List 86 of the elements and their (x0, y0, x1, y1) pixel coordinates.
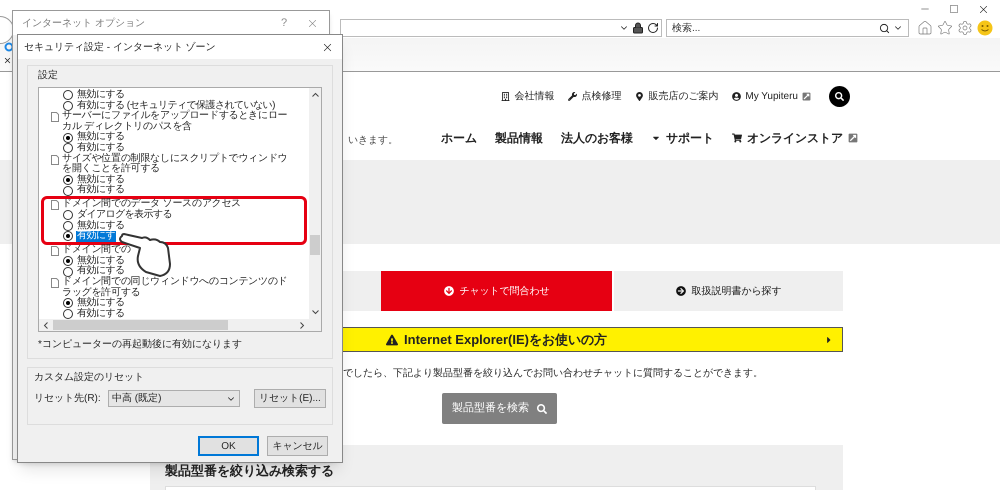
lock-icon (632, 22, 644, 34)
search-icon[interactable] (879, 22, 890, 34)
setting-group-label: ドメイン間での (62, 244, 131, 255)
dialog-title: セキュリティ設定 - インターネット ゾーン (24, 40, 217, 54)
document-icon (51, 278, 59, 288)
wrench-icon (568, 92, 578, 101)
option-label[interactable]: 有効にする (76, 266, 126, 277)
dialog-button[interactable]: OK (198, 436, 259, 456)
document-icon (51, 246, 59, 256)
refresh-icon[interactable] (647, 22, 659, 34)
group-label: 設定 (38, 68, 59, 83)
search-button[interactable] (829, 86, 850, 107)
description-text: でしたら、下記より製品型番を絞り込んでお問い合わせチャットに質問することができます。 (343, 366, 764, 381)
nav-link[interactable]: サポート (651, 128, 714, 146)
search-field[interactable]: 検索... (666, 19, 909, 37)
reset-level-select[interactable]: 中高 (既定) (108, 390, 240, 407)
dialog-title: インターネット オプション (22, 16, 146, 30)
browser-logo-icon (4, 42, 14, 52)
vertical-scrollbar[interactable] (309, 88, 321, 319)
cart-icon (732, 132, 742, 142)
utility-link[interactable]: 点検修理 (568, 89, 622, 104)
radio-button[interactable] (63, 210, 73, 220)
radio-button[interactable] (63, 308, 73, 319)
horizontal-scrollbar[interactable] (39, 319, 321, 331)
setting-group-label: サイズや位置の制限なしにスクリプトでウィンドウを開くことを許可する (62, 154, 288, 174)
tagline: いきます。 (348, 134, 398, 148)
scroll-down-icon[interactable] (312, 310, 318, 315)
nav-link[interactable]: 法人のお客様 (561, 128, 633, 146)
radio-button[interactable] (63, 100, 73, 111)
section-heading: 製品型番を絞り込み検索する (165, 462, 335, 480)
option-label[interactable]: ダイアログを表示する (76, 210, 173, 221)
setting-group-label: ドメイン間でのデータ ソースのアクセス (62, 198, 241, 209)
address-field[interactable] (340, 19, 662, 37)
setting-group-label: ドメイン間での同じウィンドウへのコンテンツのドラッグを許可する (62, 276, 288, 298)
document-icon (51, 154, 59, 165)
scroll-left-icon[interactable] (43, 322, 48, 328)
radio-button[interactable] (63, 175, 73, 186)
star-icon[interactable] (937, 20, 953, 36)
product-search-button[interactable]: 製品型番を検索 (442, 393, 557, 424)
user-icon (732, 92, 742, 101)
radio-button[interactable] (63, 132, 73, 143)
reset-button[interactable]: リセット(E)... (254, 389, 326, 408)
radio-button[interactable] (63, 220, 73, 231)
document-icon (51, 112, 59, 122)
building-icon (501, 92, 510, 101)
radio-button[interactable] (63, 256, 73, 266)
search-icon (537, 404, 547, 414)
close-icon[interactable] (3, 56, 12, 65)
option-label[interactable]: 有効にする (76, 185, 126, 196)
radio-button[interactable] (63, 143, 73, 154)
setting-group-label: サーバーにファイルをアップロードするときにローカル ディレクトリのパスを含 (62, 111, 288, 132)
radio-button[interactable] (63, 186, 73, 196)
search-placeholder: 検索... (672, 22, 702, 36)
option-label[interactable]: 無効にする (76, 220, 126, 232)
utility-link[interactable]: My Yupiteru (732, 89, 811, 104)
smiley-icon[interactable] (977, 20, 993, 36)
option-label[interactable]: 無効にする (76, 298, 126, 309)
nav-link[interactable]: ホーム (441, 128, 477, 146)
help-button[interactable]: ? (274, 14, 294, 32)
utility-link[interactable]: 販売店のご案内 (635, 89, 718, 104)
nav-link[interactable]: 製品情報 (495, 128, 543, 146)
radio-button[interactable] (63, 298, 73, 308)
dialog-button[interactable]: キャンセル (267, 436, 328, 456)
radio-button[interactable] (63, 90, 73, 100)
scroll-right-icon[interactable] (300, 322, 305, 328)
scrollbar-thumb[interactable] (310, 235, 320, 255)
map-pin-icon (635, 92, 644, 101)
radio-button[interactable] (63, 266, 73, 277)
option-label[interactable]: 無効にする (76, 132, 126, 143)
nav-link[interactable]: オンラインストア (732, 128, 858, 146)
search-icon (835, 92, 844, 101)
group-label: カスタム設定のリセット (34, 370, 145, 385)
home-icon[interactable] (917, 20, 933, 36)
reset-label: リセット先(R): (34, 392, 102, 406)
document-icon (51, 200, 59, 210)
option-label[interactable]: 有効にする (76, 308, 126, 319)
contact-tab[interactable]: チャットで問合わせ (381, 271, 612, 311)
scrollbar-thumb[interactable] (53, 320, 228, 330)
option-label[interactable]: 無効にする (76, 90, 126, 101)
option-label[interactable]: 有効にする (76, 142, 126, 154)
settings-icon[interactable] (957, 20, 973, 36)
radio-button[interactable] (63, 231, 73, 242)
warning-icon (386, 334, 398, 346)
utility-link[interactable]: 会社情報 (501, 89, 554, 104)
maximize-icon[interactable] (949, 4, 959, 14)
scroll-up-icon[interactable] (312, 92, 318, 97)
